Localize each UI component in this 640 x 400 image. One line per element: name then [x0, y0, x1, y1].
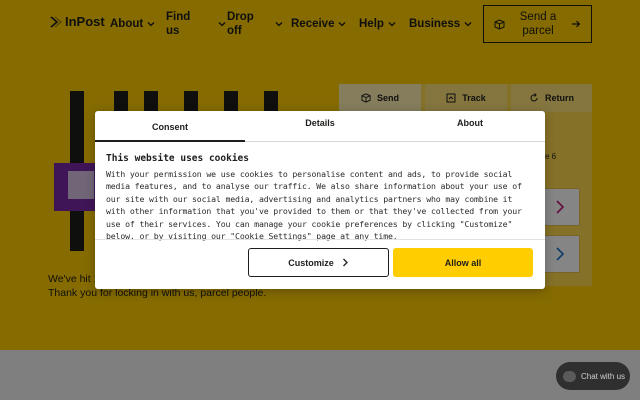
consent-tab-bar: Consent Details About [95, 111, 545, 142]
dialog-body: With your permission we use cookies to p… [106, 169, 522, 242]
customize-button[interactable]: Customize [248, 248, 389, 277]
dialog-title: This website uses cookies [106, 153, 249, 164]
chevron-right-icon [342, 258, 348, 267]
customize-label: Customize [288, 257, 334, 268]
tab-about[interactable]: About [395, 107, 545, 138]
tab-consent[interactable]: Consent [95, 111, 245, 142]
chat-bubble-icon [563, 370, 576, 382]
divider [95, 239, 545, 240]
chat-button[interactable]: Chat with us [556, 362, 630, 390]
tab-details[interactable]: Details [245, 107, 395, 138]
allow-all-label: Allow all [444, 257, 482, 268]
cookie-consent-dialog: Consent Details About This website uses … [95, 111, 545, 289]
allow-all-button[interactable]: Allow all [393, 248, 533, 277]
chat-label: Chat with us [581, 371, 626, 381]
